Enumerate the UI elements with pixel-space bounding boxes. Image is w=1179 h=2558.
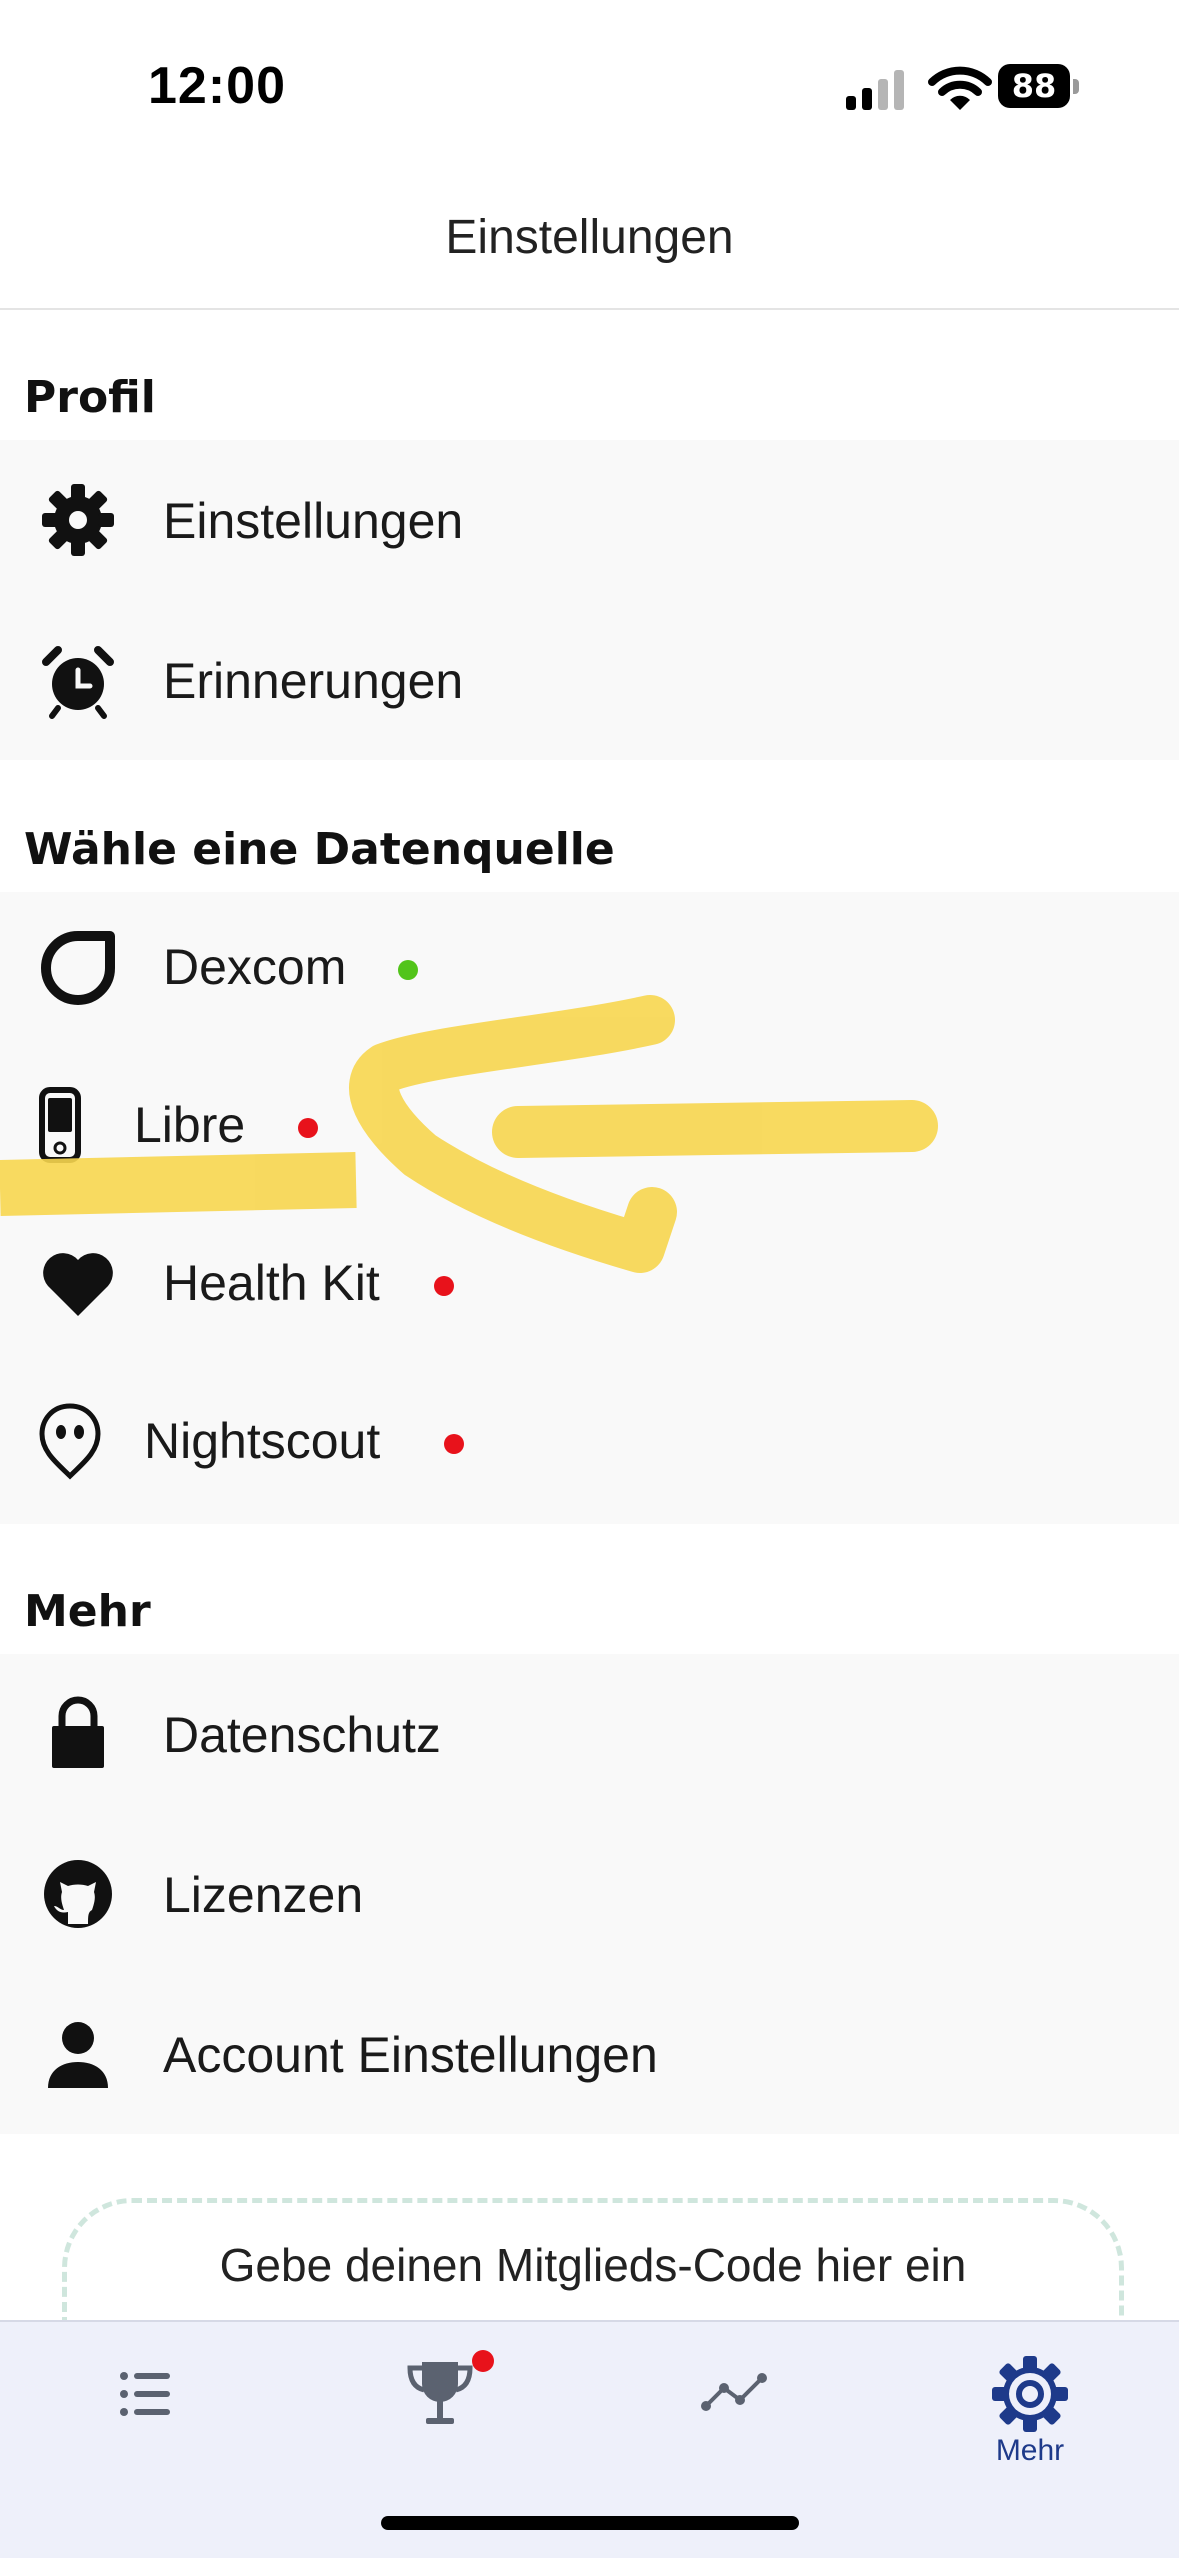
- licenses-row[interactable]: Lizenzen: [0, 1814, 1179, 1974]
- reminders-row[interactable]: Erinnerungen: [0, 600, 1179, 760]
- status-dot-disconnected: [434, 1276, 454, 1296]
- alarm-clock-icon: [38, 640, 118, 720]
- cellular-signal-icon: [846, 68, 906, 110]
- nightscout-label: Nightscout: [144, 1413, 381, 1469]
- gear-icon: [38, 480, 118, 560]
- status-dot-disconnected: [444, 1434, 464, 1454]
- profile-group: Einstellungen Erinnerungen: [0, 440, 1179, 760]
- settings-row[interactable]: Einstellungen: [0, 440, 1179, 600]
- libre-reader-icon: [30, 1086, 90, 1166]
- account-settings-row[interactable]: Account Einstellungen: [0, 1974, 1179, 2134]
- battery-level: 88: [1011, 67, 1057, 105]
- datasource-dexcom-row[interactable]: Dexcom: [0, 892, 1179, 1050]
- dexcom-label: Dexcom: [163, 939, 347, 995]
- heart-icon: [38, 1244, 118, 1324]
- wifi-icon: [928, 64, 992, 112]
- datasource-healthkit-row[interactable]: Health Kit: [0, 1208, 1179, 1366]
- member-code-label: Gebe deinen Mitglieds-Code hier ein: [219, 2239, 967, 2291]
- status-dot-disconnected: [298, 1118, 318, 1138]
- privacy-row[interactable]: Datenschutz: [0, 1654, 1179, 1814]
- tab-statistics[interactable]: [674, 2354, 794, 2474]
- page-title: Einstellungen: [445, 211, 734, 264]
- datasource-group: Dexcom Libre Health Kit Nightscout: [0, 892, 1179, 1524]
- tab-more[interactable]: Mehr: [970, 2354, 1090, 2474]
- status-dot-connected: [398, 960, 418, 980]
- account-settings-label: Account Einstellungen: [163, 2027, 658, 2083]
- home-indicator: [381, 2516, 799, 2530]
- lock-icon: [38, 1694, 118, 1774]
- notification-badge: [472, 2350, 494, 2372]
- status-bar: 12:00 88: [0, 0, 1179, 170]
- licenses-label: Lizenzen: [163, 1867, 364, 1923]
- github-icon: [38, 1854, 118, 1934]
- section-title-profile: Profil: [24, 372, 156, 423]
- settings-label: Einstellungen: [163, 493, 464, 549]
- libre-label: Libre: [134, 1097, 246, 1153]
- tab-more-label: Mehr: [995, 2434, 1065, 2467]
- reminders-label: Erinnerungen: [163, 653, 464, 709]
- section-title-datasource: Wähle eine Datenquelle: [24, 824, 615, 875]
- status-time: 12:00: [148, 57, 286, 115]
- alien-pin-icon: [30, 1400, 110, 1480]
- datasource-libre-row[interactable]: Libre: [0, 1050, 1179, 1208]
- list-icon: [120, 2372, 170, 2416]
- more-group: Datenschutz Lizenzen Account Einstellung…: [0, 1654, 1179, 2134]
- trophy-icon: [407, 2362, 473, 2424]
- status-dot-placeholder: [298, 224, 318, 244]
- gear-icon: [992, 2356, 1068, 2432]
- person-icon: [38, 2014, 118, 2094]
- tab-trophy[interactable]: [380, 2350, 500, 2474]
- healthkit-label: Health Kit: [163, 1255, 380, 1311]
- battery-icon: 88: [998, 64, 1080, 110]
- section-title-more: Mehr: [24, 1586, 151, 1637]
- tab-list[interactable]: [86, 2354, 206, 2474]
- nav-divider: [0, 308, 1179, 310]
- datasource-nightscout-row[interactable]: Nightscout: [0, 1366, 1179, 1524]
- chart-line-icon: [701, 2373, 767, 2411]
- privacy-label: Datenschutz: [163, 1707, 441, 1763]
- dexcom-icon: [38, 928, 118, 1008]
